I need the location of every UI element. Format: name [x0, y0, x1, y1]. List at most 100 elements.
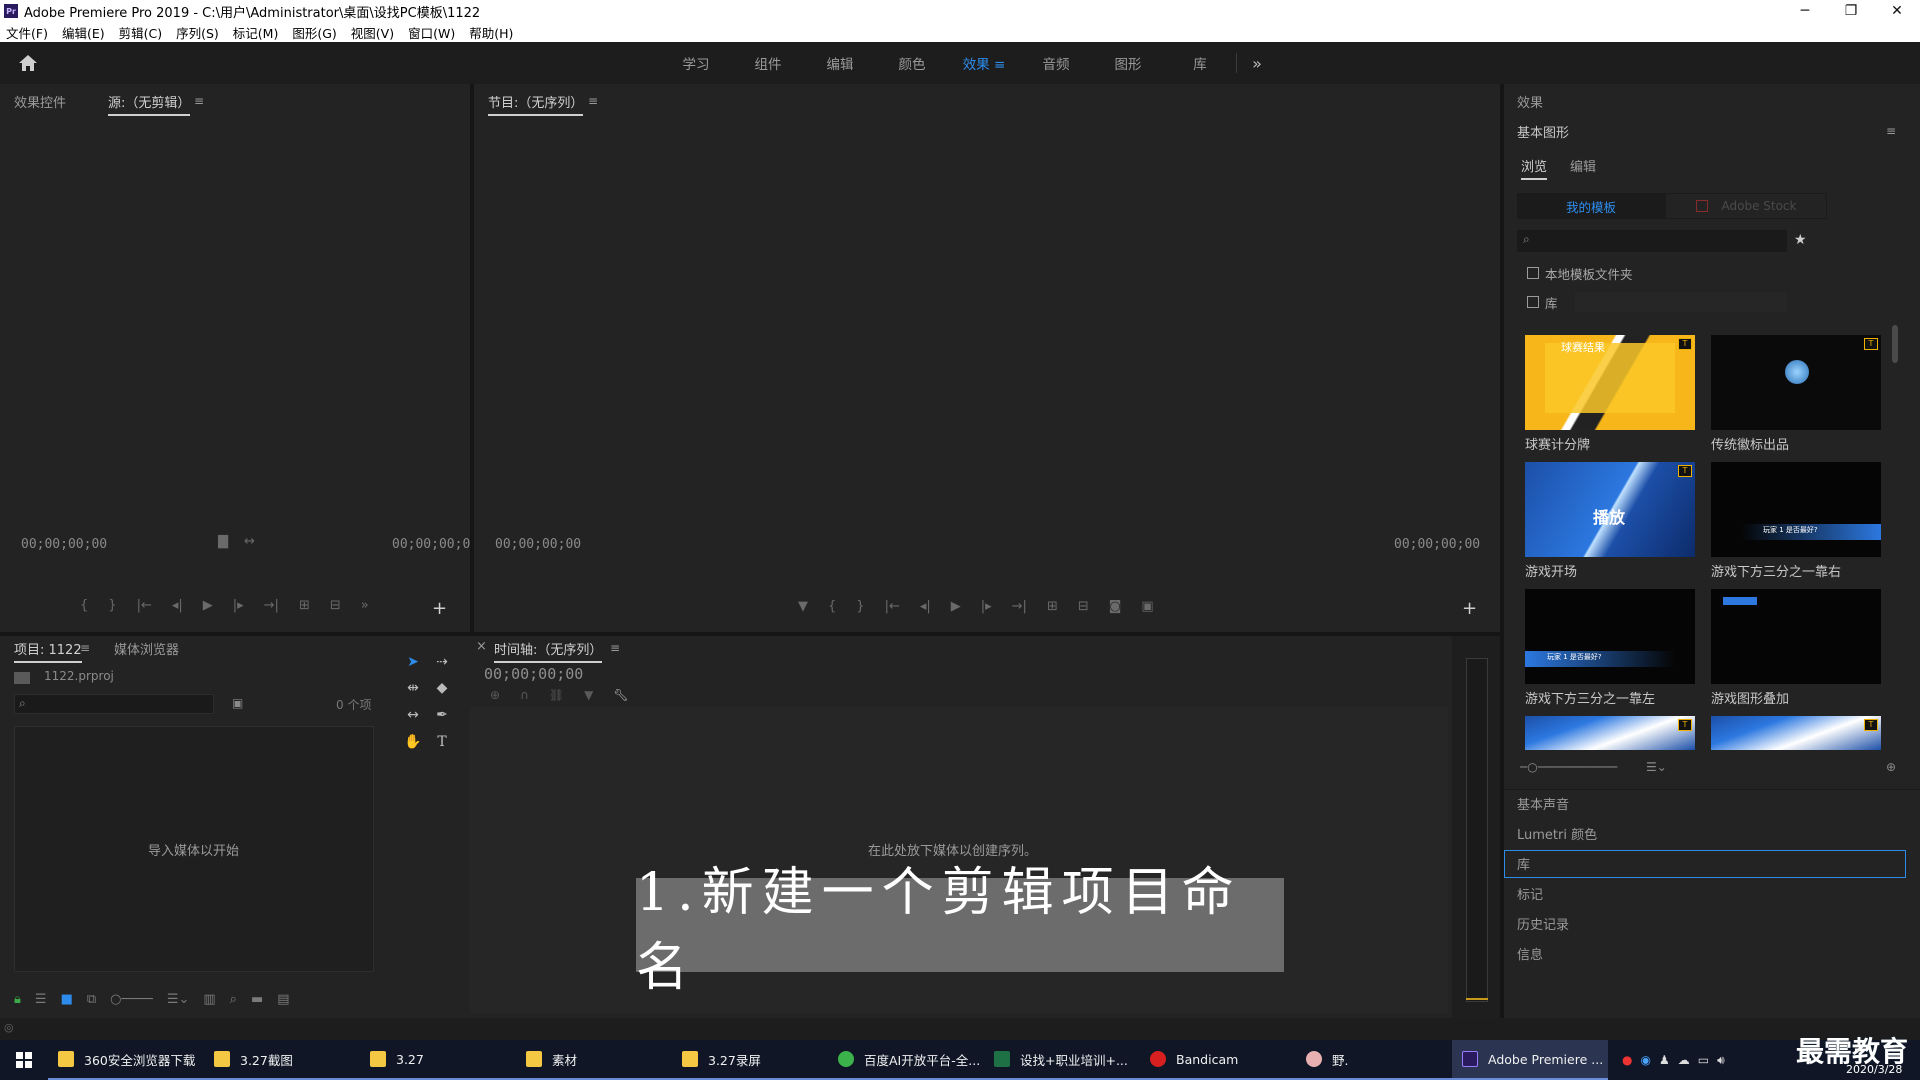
taskbar-item[interactable]: 素材: [516, 1040, 672, 1080]
template-scrollbar[interactable]: [1892, 325, 1898, 363]
adobe-stock-button[interactable]: Adobe Stock: [1665, 193, 1827, 219]
taskbar-item-active[interactable]: Adobe Premiere ...: [1452, 1040, 1608, 1080]
taskbar-item[interactable]: Bandicam: [1140, 1040, 1296, 1080]
tab-project[interactable]: 项目: 1122: [14, 639, 82, 663]
template-search-input[interactable]: ⌕: [1517, 230, 1787, 252]
tab-source[interactable]: 源:（无剪辑）: [108, 92, 191, 116]
hand-tool-icon[interactable]: ✋: [403, 732, 423, 752]
wifi-icon[interactable]: ☁: [1678, 1053, 1690, 1067]
panel-effects-header[interactable]: 效果: [1517, 92, 1543, 111]
panel-history[interactable]: 历史记录: [1517, 914, 1569, 933]
lift-icon[interactable]: ⊞: [1047, 599, 1058, 619]
new-bin-icon[interactable]: ▬: [251, 992, 263, 1007]
new-search-bin-icon[interactable]: ▣: [232, 696, 243, 710]
my-templates-button[interactable]: 我的模板: [1517, 193, 1665, 219]
export-frame-icon[interactable]: ◙: [1109, 599, 1122, 619]
step-forward-icon[interactable]: |▸: [233, 598, 244, 618]
insert-icon[interactable]: ⊞: [299, 598, 310, 618]
icon-view-icon[interactable]: ■: [61, 992, 73, 1007]
qq-icon[interactable]: ♟: [1659, 1053, 1670, 1067]
add-marker-icon[interactable]: ▼: [584, 688, 593, 702]
thumbnail-size-slider[interactable]: ─○───────────: [1520, 760, 1617, 774]
panel-essential-sound[interactable]: 基本声音: [1517, 794, 1569, 813]
drag-audio-icon[interactable]: ↔: [244, 534, 255, 549]
taskbar-item[interactable]: 360安全浏览器下载: [48, 1040, 204, 1080]
taskbar-item[interactable]: 野.: [1296, 1040, 1452, 1080]
maximize-button[interactable]: ❐: [1828, 0, 1874, 22]
pen-tool-icon[interactable]: ✒: [432, 705, 452, 725]
menu-clip[interactable]: 剪辑(C): [119, 23, 162, 42]
workspace-tab-graphics[interactable]: 图形: [1092, 53, 1164, 73]
panel-libraries[interactable]: 库: [1517, 854, 1530, 873]
mark-in-icon[interactable]: {: [80, 598, 88, 618]
template-thumb-logo[interactable]: T: [1711, 335, 1881, 430]
freeform-view-icon[interactable]: ⧉: [87, 992, 96, 1007]
new-item-icon[interactable]: ▤: [277, 992, 289, 1007]
menu-graphics[interactable]: 图形(G): [292, 23, 336, 42]
menu-view[interactable]: 视图(V): [351, 23, 394, 42]
step-forward-icon[interactable]: |▸: [981, 599, 992, 619]
workspace-menu-icon[interactable]: ≡: [994, 57, 1005, 73]
step-back-icon[interactable]: ◂|: [172, 598, 183, 618]
type-tool-icon[interactable]: T: [432, 732, 452, 752]
taskbar-item[interactable]: 百度AI开放平台-全...: [828, 1040, 984, 1080]
template-thumb-lower-third-left[interactable]: 玩家 1 是否最好?: [1525, 589, 1695, 684]
tab-edit[interactable]: 编辑: [1570, 156, 1596, 175]
play-icon[interactable]: ▶: [951, 599, 961, 619]
workspace-tab-editing[interactable]: 编辑: [804, 53, 876, 73]
essential-graphics-title[interactable]: 基本图形: [1517, 122, 1569, 141]
close-button[interactable]: ✕: [1874, 0, 1920, 22]
add-marker-icon[interactable]: ▼: [798, 599, 808, 619]
menu-window[interactable]: 窗口(W): [408, 23, 455, 42]
program-timecode-current[interactable]: 00;00;00;00: [495, 537, 581, 552]
library-checkbox[interactable]: [1527, 296, 1539, 308]
taskbar-item[interactable]: 3.27截图: [204, 1040, 360, 1080]
source-add-button[interactable]: +: [432, 598, 447, 619]
mark-in-icon[interactable]: {: [828, 599, 836, 619]
tab-effect-controls[interactable]: 效果控件: [14, 92, 66, 111]
essential-graphics-menu-icon[interactable]: ≡: [1886, 124, 1896, 138]
taskbar-item[interactable]: 3.27录屏: [672, 1040, 828, 1080]
snap-icon[interactable]: ∩: [520, 688, 529, 702]
mark-out-icon[interactable]: }: [108, 598, 116, 618]
step-back-icon[interactable]: ◂|: [920, 599, 931, 619]
compare-view-icon[interactable]: ▣: [1141, 599, 1153, 619]
tab-program[interactable]: 节目:（无序列）: [488, 92, 584, 116]
panel-lumetri-color[interactable]: Lumetri 颜色: [1517, 824, 1597, 843]
local-templates-checkbox[interactable]: [1527, 267, 1539, 279]
menu-marker[interactable]: 标记(M): [233, 23, 279, 42]
track-select-tool-icon[interactable]: ⇢: [432, 652, 452, 672]
windows-start-icon[interactable]: [0, 1040, 48, 1080]
panel-markers[interactable]: 标记: [1517, 884, 1543, 903]
workspace-tab-learn[interactable]: 学习: [660, 53, 732, 73]
go-to-in-icon[interactable]: |←: [137, 598, 152, 618]
go-to-in-icon[interactable]: |←: [885, 599, 900, 619]
overwrite-icon[interactable]: ⊟: [330, 598, 341, 618]
workspace-tab-effects[interactable]: 效果 ≡: [948, 53, 1020, 73]
program-add-button[interactable]: +: [1462, 598, 1477, 619]
tab-timeline[interactable]: 时间轴:（无序列）: [494, 639, 603, 663]
panel-libraries-selected[interactable]: [1504, 850, 1906, 878]
razor-tool-icon[interactable]: ◆: [432, 678, 452, 698]
wrench-icon[interactable]: 🔧︎: [613, 688, 628, 702]
new-layer-icon[interactable]: ⊕: [1886, 760, 1896, 774]
mark-out-icon[interactable]: }: [856, 599, 864, 619]
template-thumb-partial[interactable]: T: [1525, 716, 1695, 750]
ripple-edit-tool-icon[interactable]: ⇹: [403, 678, 423, 698]
slip-tool-icon[interactable]: ↔: [403, 705, 423, 725]
record-icon[interactable]: ●: [1622, 1053, 1632, 1067]
template-thumb-lower-third-right[interactable]: 玩家 1 是否最好?: [1711, 462, 1881, 557]
program-panel-menu-icon[interactable]: ≡: [588, 94, 598, 108]
tab-browse[interactable]: 浏览: [1521, 156, 1548, 180]
menu-file[interactable]: 文件(F): [6, 23, 48, 42]
menu-edit[interactable]: 编辑(E): [62, 23, 105, 42]
library-dropdown[interactable]: [1575, 292, 1787, 312]
go-to-out-icon[interactable]: →|: [1012, 599, 1027, 619]
automate-sequence-icon[interactable]: ▥: [203, 992, 215, 1007]
home-icon[interactable]: [16, 52, 40, 74]
template-thumb-overlay[interactable]: [1711, 589, 1881, 684]
sort-icon[interactable]: ☰⌄: [167, 992, 190, 1007]
find-icon[interactable]: ⌕: [230, 992, 237, 1007]
minimize-button[interactable]: ─: [1782, 0, 1828, 22]
panel-info[interactable]: 信息: [1517, 944, 1543, 963]
